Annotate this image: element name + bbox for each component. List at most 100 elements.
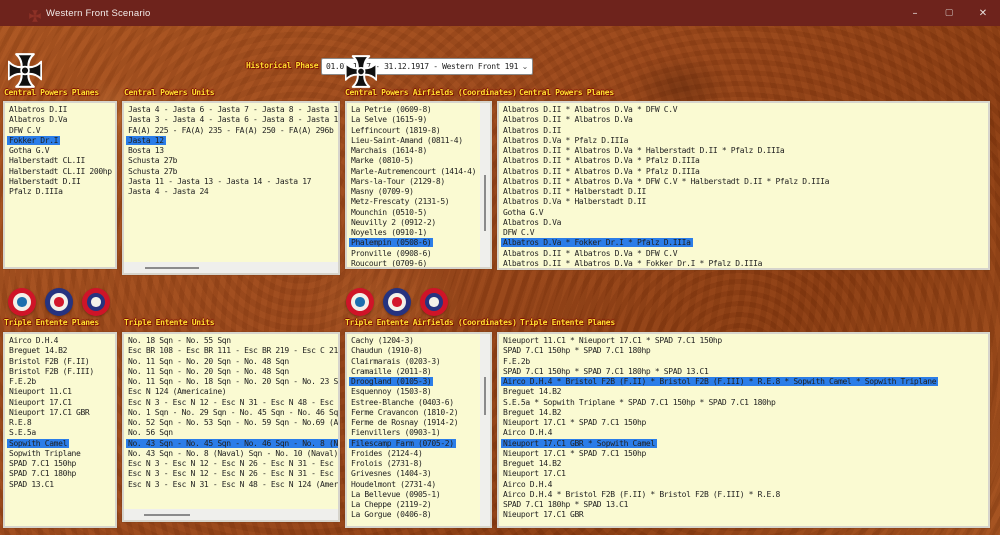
list-item[interactable]: Pfalz D.IIIa <box>5 187 115 197</box>
list-item[interactable]: Marchais (1614-8) <box>347 146 480 156</box>
list-item[interactable]: Albatros D.II * Albatros D.Va * Halberst… <box>499 146 988 156</box>
list-item[interactable]: Metz-Frescaty (2131-5) <box>347 197 480 207</box>
list-item[interactable]: Clairmarais (0203-3) <box>347 357 480 367</box>
list-item[interactable]: La Gorgue (0406-8) <box>347 510 480 520</box>
vertical-scrollbar[interactable] <box>480 103 490 267</box>
list-item[interactable]: Houdelmont (2731-4) <box>347 480 480 490</box>
list-item[interactable]: No. 11 Sqn - No. 20 Sqn - No. 48 Sqn <box>124 367 338 377</box>
list-item[interactable]: Airco D.H.4 * Bristol F2B (F.II) * Brist… <box>499 490 988 500</box>
list-item[interactable]: La Selve (1615-9) <box>347 115 480 125</box>
horizontal-scrollbar[interactable] <box>124 262 338 273</box>
list-item[interactable]: Pronville (0908-6) <box>347 249 480 259</box>
list-item[interactable]: Gotha G.V <box>499 208 988 218</box>
list-item[interactable]: FA(A) 225 - FA(A) 235 - FA(A) 250 - FA(A… <box>124 126 338 136</box>
list-item[interactable]: Froides (2124-4) <box>347 449 480 459</box>
list-item[interactable]: S.E.5a <box>5 428 115 438</box>
list-item[interactable]: Sopwith Camel <box>5 439 115 449</box>
list-item[interactable]: Esc N 3 - Esc N 31 - Esc N 48 - Esc N 12… <box>124 480 338 490</box>
scrollbar-thumb[interactable] <box>484 175 486 231</box>
list-item[interactable]: La Petrie (0609-8) <box>347 105 480 115</box>
list-item[interactable]: No. 18 Sqn - No. 55 Sqn <box>124 336 338 346</box>
list-item[interactable]: Esc N 3 - Esc N 12 - Esc N 26 - Esc N 31… <box>124 459 338 469</box>
horizontal-scrollbar[interactable] <box>124 509 338 520</box>
list-item[interactable]: Mounchin (0510-5) <box>347 208 480 218</box>
list-item[interactable]: SPAD 7.C1 150hp * SPAD 7.C1 180hp * SPAD… <box>499 367 988 377</box>
list-item[interactable]: Halberstadt D.II <box>5 177 115 187</box>
list-item[interactable]: SPAD 7.C1 150hp * SPAD 7.C1 180hp <box>499 346 988 356</box>
list-item[interactable]: SPAD 7.C1 150hp <box>5 459 115 469</box>
list-item[interactable]: No. 43 Sqn - No. 45 Sqn - No. 46 Sqn - N… <box>124 439 338 449</box>
list-item[interactable]: Albatros D.Va * Fokker Dr.I * Pfalz D.II… <box>499 238 988 248</box>
list-item[interactable]: Albatros D.II <box>499 126 988 136</box>
list-item[interactable]: DFW C.V <box>5 126 115 136</box>
list-item[interactable]: Gotha G.V <box>5 146 115 156</box>
list-item[interactable]: No. 11 Sqn - No. 20 Sqn - No. 48 Sqn <box>124 357 338 367</box>
list-item[interactable]: Esc N 3 - Esc N 12 - Esc N 31 - Esc N 48… <box>124 398 338 408</box>
list-item[interactable]: Jasta 4 - Jasta 24 <box>124 187 338 197</box>
list-item[interactable]: Nieuport 11.C1 * Nieuport 17.C1 * SPAD 7… <box>499 336 988 346</box>
list-item[interactable]: Phalempin (0508-6) <box>347 238 480 248</box>
list-item[interactable]: La Cheppe (2119-2) <box>347 500 480 510</box>
list-item[interactable]: No. 11 Sqn - No. 18 Sqn - No. 20 Sqn - N… <box>124 377 338 387</box>
scrollbar-thumb[interactable] <box>484 377 486 415</box>
list-item[interactable]: Ferme Cravancon (1810-2) <box>347 408 480 418</box>
list-item[interactable]: Sopwith Triplane <box>5 449 115 459</box>
list-item[interactable]: Halberstadt CL.II <box>5 156 115 166</box>
list-item[interactable]: Cramaille (2011-8) <box>347 367 480 377</box>
central-airfields-listbox[interactable]: La Petrie (0609-8)La Selve (1615-9)Leffi… <box>345 101 492 269</box>
list-item[interactable]: Estree-Blanche (0403-6) <box>347 398 480 408</box>
entente-airfields-listbox[interactable]: Cachy (1204-3)Chaudun (1910-8)Clairmarai… <box>345 332 492 528</box>
maximize-button[interactable]: ▢ <box>932 0 966 26</box>
list-item[interactable]: Schusta 27b <box>124 167 338 177</box>
list-item[interactable]: Airco D.H.4 <box>499 428 988 438</box>
vertical-scrollbar[interactable] <box>480 334 490 526</box>
list-item[interactable]: Albatros D.Va <box>499 218 988 228</box>
list-item[interactable]: SPAD 7.C1 180hp <box>5 469 115 479</box>
list-item[interactable]: Cachy (1204-3) <box>347 336 480 346</box>
list-item[interactable]: Nieuport 17.C1 GBR <box>499 510 988 520</box>
list-item[interactable]: Airco D.H.4 * Bristol F2B (F.II) * Brist… <box>499 377 988 387</box>
list-item[interactable]: Lieu-Saint-Amand (0811-4) <box>347 136 480 146</box>
list-item[interactable]: Albatros D.II * Albatros D.Va * DFW C.V … <box>499 177 988 187</box>
list-item[interactable]: Jasta 3 - Jasta 4 - Jasta 6 - Jasta 8 - … <box>124 115 338 125</box>
list-item[interactable]: Esc N 3 - Esc N 12 - Esc N 26 - Esc N 31… <box>124 469 338 479</box>
list-item[interactable]: Filescamp Farm (0705-2) <box>347 439 480 449</box>
scrollbar-thumb[interactable] <box>145 267 199 269</box>
list-item[interactable]: Droogland (0105-3) <box>347 377 480 387</box>
list-item[interactable]: Nieuport 17.C1 * SPAD 7.C1 150hp <box>499 449 988 459</box>
central-planes-listbox[interactable]: Albatros D.IIAlbatros D.VaDFW C.VFokker … <box>3 101 117 269</box>
list-item[interactable]: No. 52 Sqn - No. 53 Sqn - No. 59 Sqn - N… <box>124 418 338 428</box>
list-item[interactable]: Nieuport 17.C1 <box>5 398 115 408</box>
list-item[interactable]: Albatros D.Va * Halberstadt D.II <box>499 197 988 207</box>
list-item[interactable]: Airco D.H.4 <box>5 336 115 346</box>
list-item[interactable]: Schusta 27b <box>124 156 338 166</box>
list-item[interactable]: Albatros D.Va <box>5 115 115 125</box>
list-item[interactable]: Nieuport 17.C1 GBR * Sopwith Camel <box>499 439 988 449</box>
central-airfield-planes-listbox[interactable]: Albatros D.II * Albatros D.Va * DFW C.VA… <box>497 101 990 270</box>
list-item[interactable]: Esc N 124 (Americaine) <box>124 387 338 397</box>
list-item[interactable]: No. 56 Sqn <box>124 428 338 438</box>
list-item[interactable]: Albatros D.II * Albatros D.Va * Fokker D… <box>499 259 988 268</box>
entente-planes-listbox[interactable]: Airco D.H.4Breguet 14.B2Bristol F2B (F.I… <box>3 332 117 528</box>
list-item[interactable]: Jasta 11 - Jasta 13 - Jasta 14 - Jasta 1… <box>124 177 338 187</box>
list-item[interactable]: Jasta 4 - Jasta 6 - Jasta 7 - Jasta 8 - … <box>124 105 338 115</box>
list-item[interactable]: Nieuport 17.C1 <box>499 469 988 479</box>
list-item[interactable]: Airco D.H.4 <box>499 480 988 490</box>
list-item[interactable]: No. 43 Sqn - No. 8 (Naval) Sqn - No. 10 … <box>124 449 338 459</box>
list-item[interactable]: Roucourt (0709-6) <box>347 259 480 267</box>
list-item[interactable]: Halberstadt CL.II 200hp <box>5 167 115 177</box>
list-item[interactable]: DFW C.V <box>499 228 988 238</box>
list-item[interactable]: Grivesnes (1404-3) <box>347 469 480 479</box>
list-item[interactable]: Bosta 13 <box>124 146 338 156</box>
list-item[interactable]: Breguet 14.B2 <box>499 459 988 469</box>
list-item[interactable]: SPAD 7.C1 180hp * SPAD 13.C1 <box>499 500 988 510</box>
list-item[interactable]: Albatros D.II * Albatros D.Va * Pfalz D.… <box>499 156 988 166</box>
central-units-listbox[interactable]: Jasta 4 - Jasta 6 - Jasta 7 - Jasta 8 - … <box>122 101 340 275</box>
list-item[interactable]: Marke (0810-5) <box>347 156 480 166</box>
list-item[interactable]: Ferme de Rosnay (1914-2) <box>347 418 480 428</box>
list-item[interactable]: S.E.5a * Sopwith Triplane * SPAD 7.C1 15… <box>499 398 988 408</box>
list-item[interactable]: Nieuport 11.C1 <box>5 387 115 397</box>
list-item[interactable]: Nieuport 17.C1 * SPAD 7.C1 150hp <box>499 418 988 428</box>
minimize-button[interactable]: – <box>898 0 932 26</box>
entente-units-listbox[interactable]: No. 18 Sqn - No. 55 SqnEsc BR 108 - Esc … <box>122 332 340 522</box>
